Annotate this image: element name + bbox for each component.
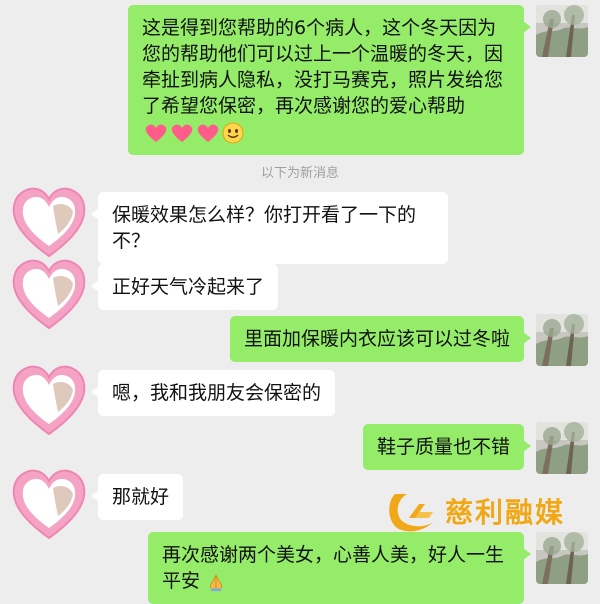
self-avatar[interactable] [536, 422, 588, 474]
heart-icon [145, 124, 167, 142]
chat-window: 这是得到您帮助的6个病人，这个冬天因为您的帮助他们可以过上一个温暖的冬天，因牵扯… [0, 0, 600, 604]
message-bubble[interactable]: 保暖效果怎么样？你打开看了一下的不？ [91, 192, 448, 264]
message-text: 里面加保暖内衣应该可以过冬啦 [243, 328, 510, 350]
pray-icon [210, 574, 223, 591]
heart-icon [171, 124, 193, 142]
contact-avatar[interactable] [10, 184, 88, 262]
cili-media-logo-icon [389, 494, 433, 532]
message-row: 保暖效果怎么样？你打开看了一下的不？ [10, 184, 448, 264]
self-avatar[interactable] [536, 532, 588, 584]
message-bubble[interactable]: 嗯，我和我朋友会保密的 [90, 370, 336, 416]
self-avatar[interactable] [536, 314, 588, 366]
message-text: 保暖效果怎么样？你打开看了一下的不？ [112, 204, 417, 252]
message-bubble[interactable]: 正好天气冷起来了 [90, 264, 279, 310]
message-text: 鞋子质量也不错 [376, 436, 510, 458]
message-bubble[interactable]: 这是得到您帮助的6个病人，这个冬天因为您的帮助他们可以过上一个温暖的冬天，因牵扯… [128, 5, 531, 155]
message-row: 再次感谢两个美女，心善人美，好人一生平安 [148, 532, 588, 604]
contact-avatar[interactable] [10, 256, 88, 334]
message-text: 这是得到您帮助的6个病人，这个冬天因为您的帮助他们可以过上一个温暖的冬天，因牵扯… [142, 17, 504, 117]
contact-avatar[interactable] [10, 466, 88, 544]
smile-icon [222, 122, 244, 143]
heart-icon [197, 124, 219, 142]
self-avatar[interactable] [536, 5, 588, 57]
message-row: 这是得到您帮助的6个病人，这个冬天因为您的帮助他们可以过上一个温暖的冬天，因牵扯… [128, 5, 588, 155]
message-bubble[interactable]: 那就好 [90, 474, 184, 520]
message-text: 那就好 [112, 486, 170, 508]
contact-avatar[interactable] [10, 362, 88, 440]
message-bubble[interactable]: 鞋子质量也不错 [362, 424, 532, 470]
message-row: 鞋子质量也不错 [362, 422, 588, 474]
emoji-group [144, 122, 244, 144]
watermark-text: 慈利融媒 [445, 496, 566, 529]
message-bubble[interactable]: 里面加保暖内衣应该可以过冬啦 [229, 316, 532, 362]
message-row: 里面加保暖内衣应该可以过冬啦 [229, 314, 588, 366]
new-messages-divider: 以下为新消息 [260, 166, 339, 181]
message-bubble[interactable]: 再次感谢两个美女，心善人美，好人一生平安 [148, 532, 531, 604]
message-text: 嗯，我和我朋友会保密的 [112, 382, 322, 404]
watermark: 慈利融媒 [385, 488, 565, 534]
message-text: 正好天气冷起来了 [112, 276, 265, 298]
message-row: 嗯，我和我朋友会保密的 [10, 362, 336, 440]
